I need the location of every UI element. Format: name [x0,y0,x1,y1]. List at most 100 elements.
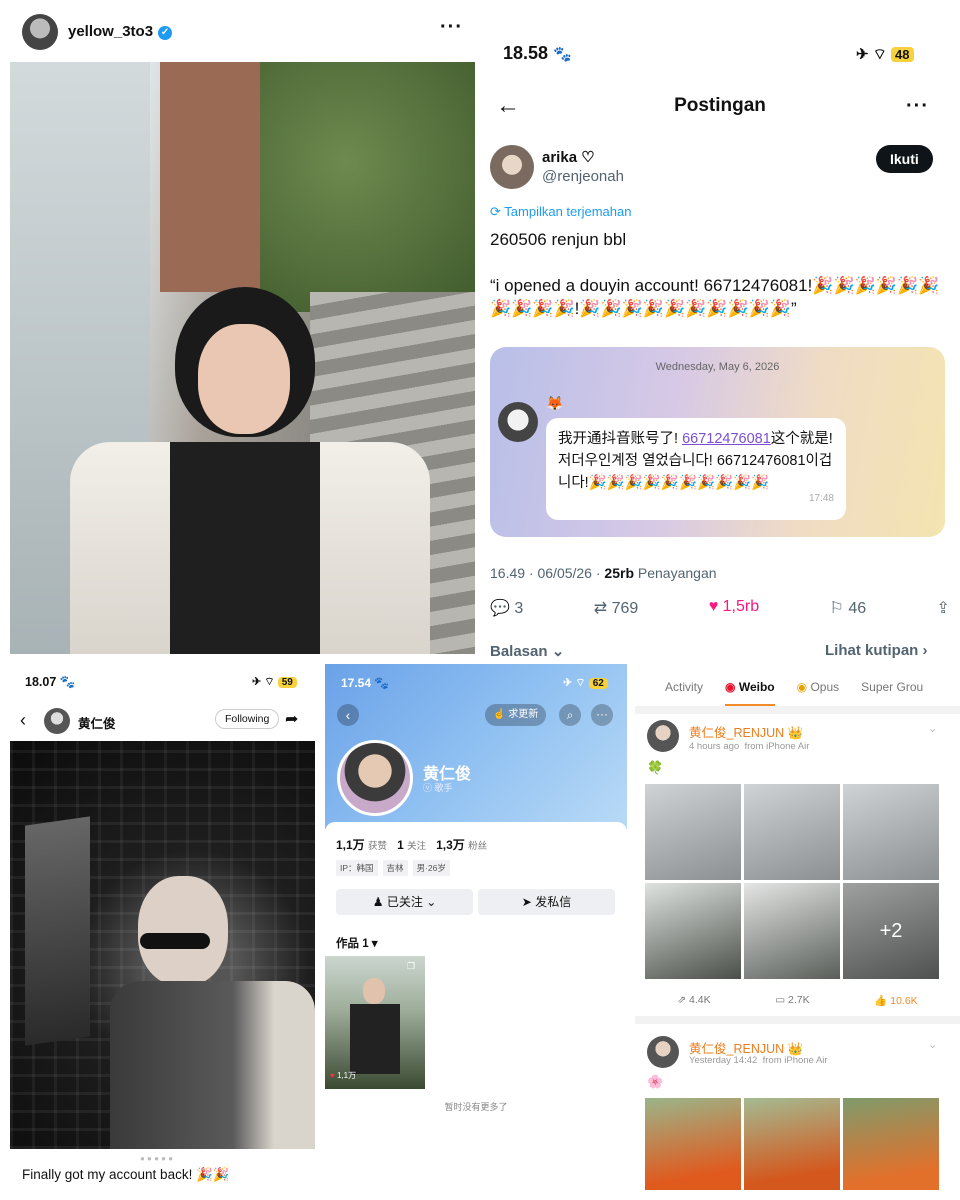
wifi-icon: ⌔ [575,677,586,689]
replies-tab[interactable]: Balasan ⌄ [490,642,564,660]
weibo-post: 黄仁俊_RENJUN 👑 4 hours ago from iPhone Air… [645,718,950,1016]
tag: 吉林 [382,860,408,876]
repost-button[interactable]: ⇗ 4.4K [677,994,710,1007]
avatar[interactable] [44,708,70,734]
message-button[interactable]: ➤ 发私信 [478,889,615,915]
tag: IP：韩国 [336,860,378,876]
avatar[interactable] [337,740,413,816]
avatar[interactable] [647,1036,679,1068]
chat-date: Wednesday, May 6, 2026 [655,361,780,373]
no-more-text: 暂时没有更多了 [444,1102,508,1112]
page-title: Postingan [674,95,766,116]
tab-super-group[interactable]: Super Grou [861,680,923,706]
reply-icon: 💬 [490,600,510,617]
avatar[interactable] [22,14,58,50]
repost-icon: ⇗ [677,994,687,1006]
crown-icon: 👑 [787,726,804,740]
username[interactable]: yellow_3to3 ✓ [68,23,173,40]
airplane-icon: ✈ [563,677,573,689]
display-name[interactable]: arika ♡ [542,148,595,166]
handle[interactable]: @renjeonah [542,168,624,185]
search-icon[interactable]: ⌕ [559,704,581,726]
avatar[interactable] [490,145,534,189]
more-options-icon[interactable]: ··· [906,95,929,118]
status-icons: ✈ ⌔ 62 [563,676,608,690]
douyin-id-link[interactable]: 66712476081 [682,431,771,447]
heart-icon: ♥ [708,598,719,615]
tab-bar: Activity ◉ Weibo ◉ Opus Super Grou [635,670,960,706]
grid-image[interactable] [645,784,741,880]
grid-image[interactable] [744,883,840,979]
video-thumbnail[interactable]: ❐ ♥ 1,1万 [325,956,425,1089]
bookmark-icon: ⚐ [829,600,844,617]
follow-button[interactable]: Ikuti [876,145,933,173]
repost-button[interactable]: ⇄ 769 [594,598,639,618]
heart-icon: ♥ [330,1071,335,1080]
grid-image[interactable] [843,784,939,880]
back-arrow-icon[interactable]: ‹ [20,710,26,731]
chevron-down-icon[interactable]: ⌄ [928,1038,937,1051]
weibo-icon: ◉ [725,680,736,694]
fox-icon: 🦊 [546,395,564,411]
back-arrow-icon: ‹ [345,707,351,723]
request-update-button[interactable]: ☝ 求更新 [485,704,547,726]
like-button[interactable]: ♥ 1,5rb [709,598,759,618]
following-button[interactable]: Following [215,709,280,729]
douyin-profile-screen: 17.54 🐾 ✈ ⌔ 62 ‹ ☝ 求更新 ⌕ ··· 黄仁俊 ⓥ 歌手 1,… [325,664,627,1200]
grid-image[interactable] [843,1098,939,1190]
tab-opus[interactable]: ◉ Opus [797,680,840,706]
grid-image[interactable]: +2 [843,883,939,979]
grid-image[interactable] [744,1098,840,1190]
profile-name[interactable]: 黄仁俊 [78,713,116,732]
grid-image[interactable] [645,1098,741,1190]
bookmark-button[interactable]: ⚐ 46 [830,598,867,618]
repost-icon: ⇄ [593,600,608,617]
chat-time: 17:48 [808,493,834,504]
thumbs-up-icon: 👍 [874,995,888,1007]
poster-name[interactable]: 黄仁俊_RENJUN 👑 [689,722,803,741]
like-button[interactable]: 👍 10.6K [874,994,917,1007]
stats-row: 1,1万 获赞 1 关注 1,3万 粉丝 [336,838,488,852]
battery-icon: 48 [891,47,914,62]
grid-image[interactable] [645,883,741,979]
more-options-icon[interactable]: ··· [440,16,463,39]
chat-screenshot: Wednesday, May 6, 2026 🦊 我开通抖音账号了! 66712… [490,347,945,537]
status-bar: 18.07 🐾 [25,675,76,689]
profile-role: ⓥ 歌手 [423,783,453,793]
grid-image[interactable] [744,784,840,880]
followed-button[interactable]: ♟ 已关注 ⌄ [336,889,473,915]
more-options-icon[interactable]: ··· [591,704,613,726]
comment-button[interactable]: ▭ 2.7K [775,994,809,1007]
verified-icon: ✓ [158,26,173,40]
action-bar: 💬 3 ⇄ 769 ♥ 1,5rb ⚐ 46 ⇪ [490,598,950,618]
share-icon[interactable]: ⇪ [937,598,950,618]
status-bar: 18.58 🐾 [503,43,572,63]
reply-button[interactable]: 💬 3 [490,598,523,618]
post-photo [10,62,475,654]
video-likes: ♥ 1,1万 [330,1071,357,1080]
image-grid: +2 [645,784,950,980]
tab-activity[interactable]: Activity [665,680,703,706]
tab-weibo[interactable]: ◉ Weibo [725,680,775,706]
battery-icon: 59 [277,677,297,688]
more-images-count: +2 [879,920,903,942]
wifi-icon: ⌔ [264,676,275,688]
works-tab[interactable]: 作品 1 ▾ [336,935,378,951]
back-button[interactable]: ‹ [337,704,359,726]
post-text: 🍀 [647,760,664,775]
opus-icon: ◉ [796,680,808,694]
translate-link[interactable]: ⟳ Tampilkan terjemahan [490,204,631,220]
post-caption: Finally got my account back! 🎉🎉 [22,1167,230,1182]
send-icon: ➤ [521,895,532,909]
carousel-dots: ● ● ● ● ● [140,1154,174,1163]
avatar[interactable] [647,720,679,752]
post-time: Yesterday 14:42 from iPhone Air [689,1055,828,1066]
x-post-screen: 18.58 🐾 ✈ ⌔ 48 ← Postingan ··· arika ♡ @… [480,0,960,660]
tag: 男·26岁 [412,860,450,876]
quotes-link[interactable]: Lihat kutipan › [825,642,928,660]
share-icon[interactable]: ➦ [285,709,298,729]
post-time: 4 hours ago from iPhone Air [689,741,810,752]
chevron-down-icon[interactable]: ⌄ [928,722,937,735]
wifi-icon: ⌔ [872,46,887,63]
user-icon: ♟ [372,895,384,909]
